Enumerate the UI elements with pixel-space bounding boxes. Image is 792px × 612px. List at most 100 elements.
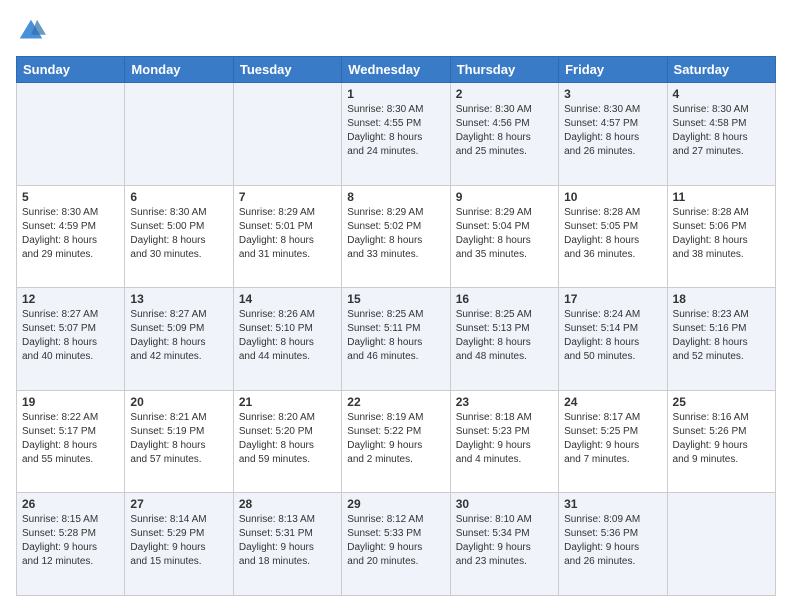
day-number: 19	[22, 395, 119, 409]
calendar-cell	[667, 493, 775, 596]
day-info: Sunrise: 8:30 AM Sunset: 4:58 PM Dayligh…	[673, 103, 770, 159]
calendar-cell: 25Sunrise: 8:16 AM Sunset: 5:26 PM Dayli…	[667, 390, 775, 493]
day-number: 16	[456, 292, 553, 306]
day-number: 8	[347, 190, 444, 204]
calendar-cell: 16 Sunrise: 8:25 AM Sunset: 5:13 PM Dayli…	[450, 288, 558, 391]
day-number: 21	[239, 395, 336, 409]
day-number: 26	[22, 497, 119, 511]
calendar-cell: 14Sunrise: 8:26 AM Sunset: 5:10 PM Dayli…	[233, 288, 341, 391]
day-number: 13	[130, 292, 227, 306]
day-number: 17	[564, 292, 661, 306]
day-number: 27	[130, 497, 227, 511]
day-number: 22	[347, 395, 444, 409]
day-number: 29	[347, 497, 444, 511]
calendar-week-4: 19Sunrise: 8:22 AM Sunset: 5:17 PM Dayli…	[17, 390, 776, 493]
day-number: 11	[673, 190, 770, 204]
day-info: Sunrise: 8:25 AM Sunset: 5:13 PM Dayligh…	[456, 308, 553, 364]
logo	[16, 16, 50, 46]
day-info: Sunrise: 8:20 AM Sunset: 5:20 PM Dayligh…	[239, 411, 336, 467]
day-info: Sunrise: 8:14 AM Sunset: 5:29 PM Dayligh…	[130, 513, 227, 569]
day-number: 25	[673, 395, 770, 409]
day-info: Sunrise: 8:13 AM Sunset: 5:31 PM Dayligh…	[239, 513, 336, 569]
day-info: Sunrise: 8:30 AM Sunset: 5:00 PM Dayligh…	[130, 206, 227, 262]
day-number: 20	[130, 395, 227, 409]
calendar-week-2: 5 Sunrise: 8:30 AM Sunset: 4:59 PM Daylig…	[17, 185, 776, 288]
calendar-cell: 17Sunrise: 8:24 AM Sunset: 5:14 PM Dayli…	[559, 288, 667, 391]
calendar-cell: 24Sunrise: 8:17 AM Sunset: 5:25 PM Dayli…	[559, 390, 667, 493]
calendar-cell: 8 Sunrise: 8:29 AM Sunset: 5:02 PM Daylig…	[342, 185, 450, 288]
weekday-header-tuesday: Tuesday	[233, 57, 341, 83]
day-info: Sunrise: 8:28 AM Sunset: 5:05 PM Dayligh…	[564, 206, 661, 262]
day-info: Sunrise: 8:17 AM Sunset: 5:25 PM Dayligh…	[564, 411, 661, 467]
calendar-cell: 12Sunrise: 8:27 AM Sunset: 5:07 PM Dayli…	[17, 288, 125, 391]
calendar-cell: 28 Sunrise: 8:13 AM Sunset: 5:31 PM Dayli…	[233, 493, 341, 596]
day-number: 31	[564, 497, 661, 511]
day-number: 12	[22, 292, 119, 306]
page: SundayMondayTuesdayWednesdayThursdayFrid…	[0, 0, 792, 612]
calendar-cell	[125, 83, 233, 186]
calendar-week-1: 1Sunrise: 8:30 AM Sunset: 4:55 PM Daylig…	[17, 83, 776, 186]
calendar-cell: 3 Sunrise: 8:30 AM Sunset: 4:57 PM Daylig…	[559, 83, 667, 186]
day-info: Sunrise: 8:29 AM Sunset: 5:01 PM Dayligh…	[239, 206, 336, 262]
day-info: Sunrise: 8:15 AM Sunset: 5:28 PM Dayligh…	[22, 513, 119, 569]
day-number: 4	[673, 87, 770, 101]
calendar-cell	[17, 83, 125, 186]
calendar-cell: 13Sunrise: 8:27 AM Sunset: 5:09 PM Dayli…	[125, 288, 233, 391]
weekday-header-thursday: Thursday	[450, 57, 558, 83]
day-info: Sunrise: 8:18 AM Sunset: 5:23 PM Dayligh…	[456, 411, 553, 467]
day-info: Sunrise: 8:21 AM Sunset: 5:19 PM Dayligh…	[130, 411, 227, 467]
day-number: 15	[347, 292, 444, 306]
calendar-cell: 31 Sunrise: 8:09 AM Sunset: 5:36 PM Dayli…	[559, 493, 667, 596]
day-number: 23	[456, 395, 553, 409]
day-info: Sunrise: 8:29 AM Sunset: 5:02 PM Dayligh…	[347, 206, 444, 262]
weekday-header-row: SundayMondayTuesdayWednesdayThursdayFrid…	[17, 57, 776, 83]
day-info: Sunrise: 8:19 AM Sunset: 5:22 PM Dayligh…	[347, 411, 444, 467]
calendar-cell: 11 Sunrise: 8:28 AM Sunset: 5:06 PM Dayli…	[667, 185, 775, 288]
calendar-cell: 21 Sunrise: 8:20 AM Sunset: 5:20 PM Dayli…	[233, 390, 341, 493]
calendar-cell	[233, 83, 341, 186]
calendar-cell: 4 Sunrise: 8:30 AM Sunset: 4:58 PM Daylig…	[667, 83, 775, 186]
day-info: Sunrise: 8:10 AM Sunset: 5:34 PM Dayligh…	[456, 513, 553, 569]
logo-icon	[16, 16, 46, 46]
calendar-cell: 7 Sunrise: 8:29 AM Sunset: 5:01 PM Daylig…	[233, 185, 341, 288]
calendar-cell: 1Sunrise: 8:30 AM Sunset: 4:55 PM Daylig…	[342, 83, 450, 186]
weekday-header-friday: Friday	[559, 57, 667, 83]
day-info: Sunrise: 8:09 AM Sunset: 5:36 PM Dayligh…	[564, 513, 661, 569]
calendar-cell: 27 Sunrise: 8:14 AM Sunset: 5:29 PM Dayli…	[125, 493, 233, 596]
day-number: 6	[130, 190, 227, 204]
calendar-cell: 9Sunrise: 8:29 AM Sunset: 5:04 PM Daylig…	[450, 185, 558, 288]
day-number: 2	[456, 87, 553, 101]
calendar-cell: 19Sunrise: 8:22 AM Sunset: 5:17 PM Dayli…	[17, 390, 125, 493]
calendar-week-5: 26 Sunrise: 8:15 AM Sunset: 5:28 PM Dayli…	[17, 493, 776, 596]
weekday-header-monday: Monday	[125, 57, 233, 83]
day-info: Sunrise: 8:25 AM Sunset: 5:11 PM Dayligh…	[347, 308, 444, 364]
day-number: 3	[564, 87, 661, 101]
calendar-cell: 18 Sunrise: 8:23 AM Sunset: 5:16 PM Dayli…	[667, 288, 775, 391]
day-number: 14	[239, 292, 336, 306]
weekday-header-saturday: Saturday	[667, 57, 775, 83]
day-number: 7	[239, 190, 336, 204]
calendar-cell: 23 Sunrise: 8:18 AM Sunset: 5:23 PM Dayli…	[450, 390, 558, 493]
calendar-cell: 6 Sunrise: 8:30 AM Sunset: 5:00 PM Daylig…	[125, 185, 233, 288]
day-info: Sunrise: 8:30 AM Sunset: 4:57 PM Dayligh…	[564, 103, 661, 159]
day-info: Sunrise: 8:30 AM Sunset: 4:56 PM Dayligh…	[456, 103, 553, 159]
calendar-cell: 29 Sunrise: 8:12 AM Sunset: 5:33 PM Dayli…	[342, 493, 450, 596]
calendar-cell: 26 Sunrise: 8:15 AM Sunset: 5:28 PM Dayli…	[17, 493, 125, 596]
day-number: 28	[239, 497, 336, 511]
day-info: Sunrise: 8:28 AM Sunset: 5:06 PM Dayligh…	[673, 206, 770, 262]
day-info: Sunrise: 8:12 AM Sunset: 5:33 PM Dayligh…	[347, 513, 444, 569]
day-info: Sunrise: 8:30 AM Sunset: 4:59 PM Dayligh…	[22, 206, 119, 262]
calendar-cell: 2 Sunrise: 8:30 AM Sunset: 4:56 PM Daylig…	[450, 83, 558, 186]
weekday-header-sunday: Sunday	[17, 57, 125, 83]
calendar-week-3: 12Sunrise: 8:27 AM Sunset: 5:07 PM Dayli…	[17, 288, 776, 391]
day-number: 5	[22, 190, 119, 204]
weekday-header-wednesday: Wednesday	[342, 57, 450, 83]
calendar-table: SundayMondayTuesdayWednesdayThursdayFrid…	[16, 56, 776, 596]
day-number: 10	[564, 190, 661, 204]
calendar-cell: 5 Sunrise: 8:30 AM Sunset: 4:59 PM Daylig…	[17, 185, 125, 288]
calendar-cell: 22 Sunrise: 8:19 AM Sunset: 5:22 PM Dayli…	[342, 390, 450, 493]
day-number: 18	[673, 292, 770, 306]
day-number: 1	[347, 87, 444, 101]
calendar-cell: 20 Sunrise: 8:21 AM Sunset: 5:19 PM Dayli…	[125, 390, 233, 493]
day-info: Sunrise: 8:23 AM Sunset: 5:16 PM Dayligh…	[673, 308, 770, 364]
